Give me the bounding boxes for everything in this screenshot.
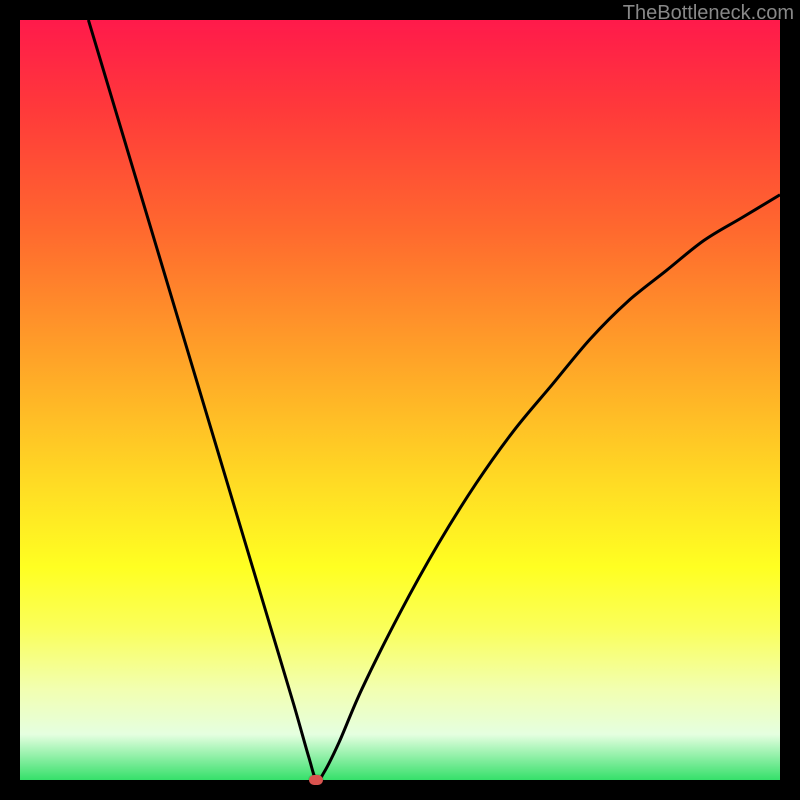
plot-area [20,20,780,780]
chart-frame: TheBottleneck.com [0,0,800,800]
minimum-marker [309,775,323,785]
bottleneck-curve-path [88,20,780,780]
curve-svg [20,20,780,780]
